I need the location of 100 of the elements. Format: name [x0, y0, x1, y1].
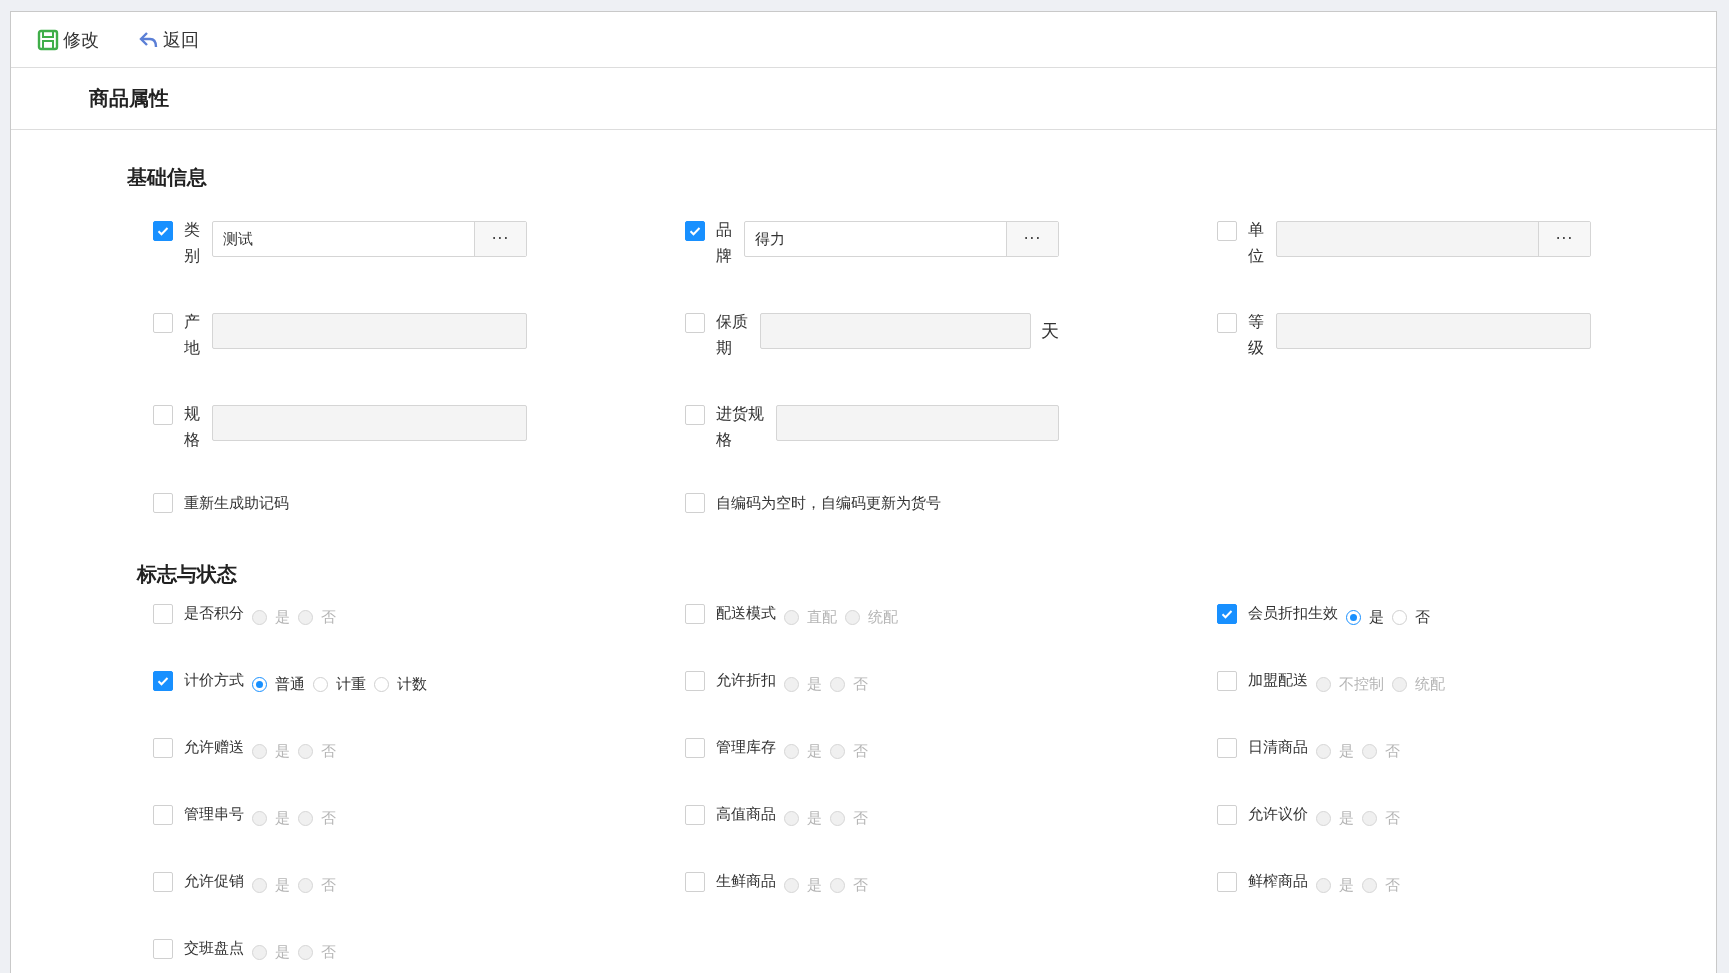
field-label: 规格 [184, 403, 200, 451]
back-button[interactable]: 返回 [135, 25, 203, 54]
field-label: 类别 [184, 219, 200, 267]
unit-label: 天 [1041, 319, 1059, 343]
field-label: 进货规格 [716, 403, 764, 451]
radio-option[interactable]: 是 [252, 608, 290, 626]
radio-option[interactable]: 是 [1316, 742, 1354, 760]
checkbox[interactable] [1217, 738, 1237, 758]
flag-label: 是否积分 [184, 603, 244, 623]
checkbox[interactable] [153, 939, 173, 959]
radio-option[interactable]: 普通 [252, 675, 305, 693]
field-label: 品牌 [716, 219, 732, 267]
radio-option[interactable]: 是 [784, 742, 822, 760]
field-label: 保质期 [716, 311, 748, 359]
radio-option[interactable]: 否 [830, 742, 868, 760]
radio-option[interactable]: 否 [1362, 809, 1400, 827]
section-title: 标志与状态 [137, 561, 238, 588]
radio-option[interactable]: 是 [252, 809, 290, 827]
radio-option[interactable]: 否 [298, 809, 336, 827]
checkbox[interactable] [153, 805, 173, 825]
checkbox[interactable] [685, 805, 705, 825]
radio-option[interactable]: 是 [1316, 809, 1354, 827]
radio-option[interactable]: 是 [784, 675, 822, 693]
radio-option[interactable]: 否 [298, 742, 336, 760]
flag-label: 计价方式 [184, 670, 244, 690]
flag-label: 允许促销 [184, 871, 244, 891]
flag-label: 允许议价 [1248, 804, 1308, 824]
input-field[interactable] [1276, 313, 1591, 349]
checkbox[interactable] [153, 493, 173, 513]
radio-option[interactable]: 否 [298, 608, 336, 626]
checkbox-label: 重新生成助记码 [184, 493, 289, 513]
checkbox[interactable] [685, 671, 705, 691]
input-field[interactable] [776, 405, 1059, 441]
radio-option[interactable]: 是 [784, 809, 822, 827]
checkbox[interactable] [1217, 671, 1237, 691]
checkbox[interactable] [685, 738, 705, 758]
checkbox[interactable] [685, 405, 705, 425]
checkbox[interactable] [685, 313, 705, 333]
checkbox[interactable] [1217, 604, 1237, 624]
flag-label: 高值商品 [716, 804, 776, 824]
picker-field[interactable]: ··· [1276, 221, 1591, 257]
radio-option[interactable]: 否 [830, 876, 868, 894]
radio-button[interactable] [313, 676, 328, 692]
input-field[interactable] [760, 313, 1031, 349]
more-button[interactable]: ··· [474, 222, 526, 256]
radio-option[interactable]: 否 [298, 943, 336, 961]
input-field[interactable] [212, 313, 527, 349]
checkbox[interactable] [153, 313, 173, 333]
radio-button[interactable] [1346, 609, 1361, 625]
checkbox[interactable] [153, 405, 173, 425]
checkbox[interactable] [685, 872, 705, 892]
checkbox[interactable] [1217, 805, 1237, 825]
checkbox[interactable] [153, 671, 173, 691]
radio-option[interactable]: 计重 [313, 675, 366, 693]
radio-option[interactable]: 是 [784, 876, 822, 894]
input-field[interactable] [212, 405, 527, 441]
more-button[interactable]: ··· [1538, 222, 1590, 256]
flag-label: 加盟配送 [1248, 670, 1308, 690]
radio-option[interactable]: 是 [252, 943, 290, 961]
radio-option[interactable]: 计数 [374, 675, 427, 693]
checkbox[interactable] [1217, 872, 1237, 892]
checkbox[interactable] [153, 604, 173, 624]
flag-label: 会员折扣生效 [1248, 603, 1338, 623]
radio-option[interactable]: 不控制 [1316, 675, 1384, 693]
flag-label: 日清商品 [1248, 737, 1308, 757]
checkbox[interactable] [685, 221, 705, 241]
radio-option[interactable]: 否 [830, 809, 868, 827]
radio-option[interactable]: 是 [252, 742, 290, 760]
radio-option[interactable]: 统配 [845, 608, 898, 626]
radio-option[interactable]: 否 [830, 675, 868, 693]
radio-option[interactable]: 否 [1362, 742, 1400, 760]
radio-button[interactable] [252, 676, 267, 692]
checkbox[interactable] [153, 738, 173, 758]
flag-label: 交班盘点 [184, 938, 244, 958]
radio-option[interactable]: 是 [252, 876, 290, 894]
radio-button[interactable] [1392, 609, 1407, 625]
checkbox[interactable] [1217, 221, 1237, 241]
checkbox-label: 自编码为空时，自编码更新为货号 [716, 493, 941, 513]
checkbox[interactable] [685, 493, 705, 513]
save-button[interactable]: 修改 [33, 25, 103, 54]
checkbox[interactable] [153, 221, 173, 241]
picker-field[interactable]: 得力 ··· [744, 221, 1059, 257]
radio-option[interactable]: 否 [1362, 876, 1400, 894]
radio-option[interactable]: 直配 [784, 608, 837, 626]
checkbox[interactable] [685, 604, 705, 624]
radio-option[interactable]: 否 [1392, 608, 1430, 626]
picker-field[interactable]: 测试 ··· [212, 221, 527, 257]
more-button[interactable]: ··· [1006, 222, 1058, 256]
checkbox[interactable] [153, 872, 173, 892]
radio-option[interactable]: 否 [298, 876, 336, 894]
back-arrow-icon [139, 30, 159, 49]
section-title: 基础信息 [127, 164, 208, 191]
radio-option[interactable]: 是 [1346, 608, 1384, 626]
checkbox[interactable] [1217, 313, 1237, 333]
radio-option[interactable]: 统配 [1392, 675, 1445, 693]
flag-label: 鲜榨商品 [1248, 871, 1308, 891]
flag-label: 管理串号 [184, 804, 244, 824]
radio-button[interactable] [374, 676, 389, 692]
flag-label: 配送模式 [716, 603, 776, 623]
radio-option[interactable]: 是 [1316, 876, 1354, 894]
